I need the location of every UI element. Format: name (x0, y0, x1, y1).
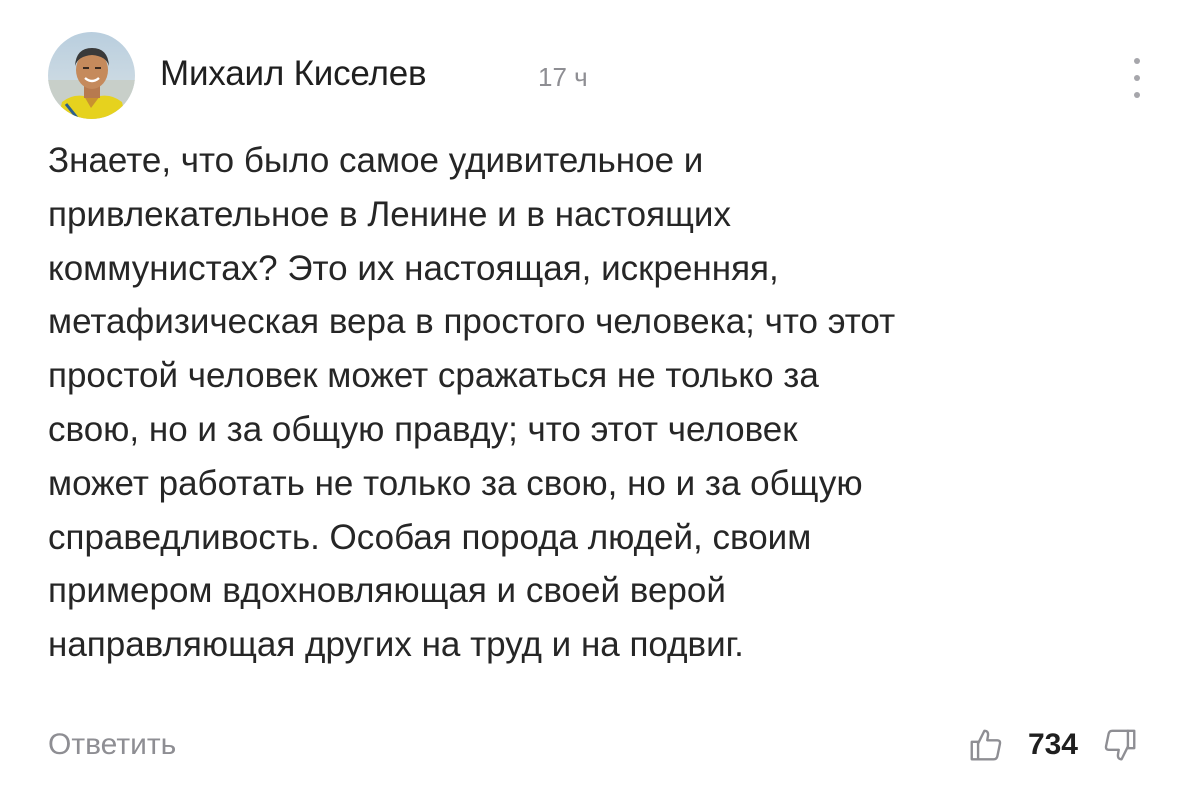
comment-text-line: примером вдохновляющая и своей верой (48, 571, 726, 611)
more-vertical-icon[interactable] (1122, 58, 1152, 98)
comment-text-line: метафизическая вера в простого человека;… (48, 302, 896, 342)
author-name[interactable]: Михаил Киселев (160, 54, 427, 94)
comment-text-line: коммунистах? Это их настоящая, искренняя… (48, 248, 779, 288)
comment-text-line: привлекательное в Ленине и в настоящих (48, 194, 731, 234)
comment-text-line: направляющая других на труд и на подвиг. (48, 625, 744, 665)
vote-score: 734 (1027, 728, 1078, 761)
reply-button[interactable]: Ответить (48, 728, 176, 762)
comment-header: Михаил Киселев 17 ч (48, 32, 1152, 122)
more-dot (1134, 58, 1140, 64)
thumb-up-icon[interactable] (966, 725, 1006, 765)
vote-controls: 734 (966, 722, 1140, 768)
comment-text: Знаете, что было самое удивительное и пр… (48, 134, 1158, 672)
comment-text-line: справедливость. Особая порода людей, сво… (48, 517, 812, 557)
thumb-down-icon[interactable] (1100, 725, 1140, 765)
comment-time: 17 ч (538, 62, 588, 92)
comment-text-line: свою, но и за общую правду; что этот чел… (48, 409, 798, 449)
comment-card: Михаил Киселев 17 ч Знаете, что было сам… (0, 0, 1200, 811)
more-dot (1134, 92, 1140, 98)
avatar-image (48, 32, 135, 119)
more-dot (1134, 75, 1140, 81)
avatar[interactable] (48, 32, 135, 119)
comment-footer: Ответить 734 (48, 720, 1152, 770)
comment-text-line: может работать не только за свою, но и з… (48, 463, 863, 503)
comment-text-line: Знаете, что было самое удивительное и (48, 141, 704, 180)
comment-text-line: простой человек может сражаться не тольк… (48, 356, 819, 396)
